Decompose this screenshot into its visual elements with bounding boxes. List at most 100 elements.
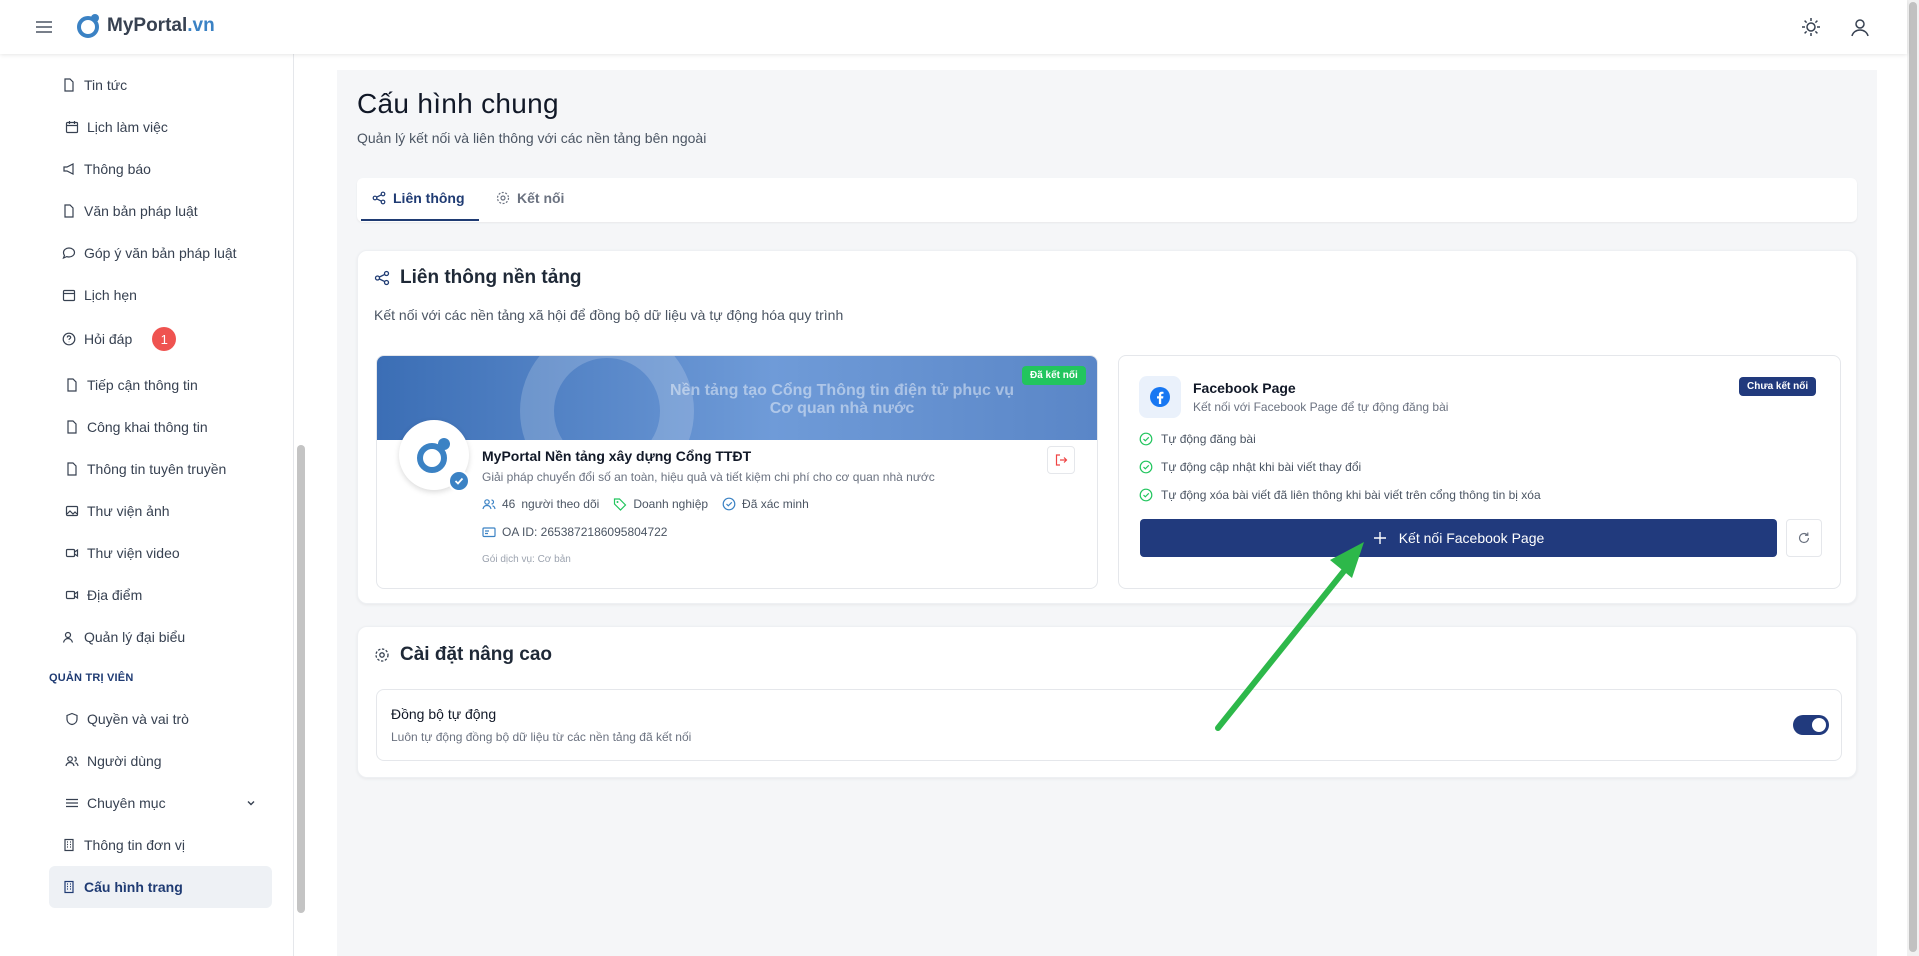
sidebar-item-thong-bao[interactable]: Thông báo [62, 159, 151, 179]
sidebar-item-quyen-va-vai-tro[interactable]: Quyền và vai trò [65, 709, 189, 729]
facebook-description: Kết nối với Facebook Page để tự động đăn… [1193, 400, 1449, 414]
check-circle-icon [1139, 488, 1153, 502]
user-icon [62, 631, 74, 643]
sidebar-item-gop-y-van-ban[interactable]: Góp ý văn bản pháp luật [62, 243, 237, 263]
not-connected-status-badge: Chưa kết nối [1739, 377, 1817, 396]
integration-card: Liên thông nền tảng Kết nối với các nền … [357, 250, 1857, 604]
file-icon [67, 462, 77, 476]
sidebar-item-lich-hen[interactable]: Lịch hẹn [62, 285, 137, 305]
refresh-icon [1798, 532, 1810, 544]
sidebar-item-quan-ly-dai-bieu[interactable]: Quản lý đại biểu [62, 627, 185, 647]
verified-badge-icon [722, 497, 736, 511]
file-icon [64, 204, 74, 218]
auto-sync-description: Luôn tự động đồng bộ dữ liệu từ các nền … [391, 730, 692, 744]
video-icon [65, 548, 79, 558]
share-icon [372, 191, 386, 205]
theme-toggle-sun-icon[interactable] [1800, 16, 1822, 38]
list-icon [66, 798, 78, 808]
facebook-page-panel: Facebook Page Kết nối với Facebook Page … [1118, 355, 1841, 589]
plus-icon [1373, 532, 1386, 544]
tag-icon [614, 498, 627, 511]
check-circle-icon [1139, 432, 1153, 446]
myportal-logo-icon [417, 438, 450, 473]
logo-icon [77, 14, 99, 38]
sidebar-item-van-ban-phap-luat[interactable]: Văn bản pháp luật [62, 201, 198, 221]
video-icon [65, 590, 79, 600]
page-scrollbar[interactable] [1909, 2, 1917, 952]
sidebar-item-dia-diem[interactable]: Địa điểm [65, 585, 142, 605]
oa-meta-row: 46 người theo dõi Doanh nghiệp Đã xác mi… [482, 497, 809, 511]
sidebar-item-thu-vien-video[interactable]: Thư viện video [65, 543, 180, 563]
advanced-settings-title: Cài đặt nâng cao [374, 644, 552, 666]
connected-status-badge: Đã kết nối [1022, 366, 1086, 385]
help-icon [62, 332, 76, 346]
followers-count: 46 [502, 497, 516, 511]
sidebar-item-hoi-dap[interactable]: Hỏi đáp 1 [62, 327, 177, 351]
followers-label: người theo dõi [521, 497, 600, 511]
sidebar-item-thong-tin-don-vi[interactable]: Thông tin đơn vị [62, 835, 185, 855]
feature-item: Tự động cập nhật khi bài viết thay đổi [1139, 460, 1361, 474]
refresh-button[interactable] [1786, 519, 1822, 557]
oa-plan: Gói dịch vụ: Cơ bản [482, 554, 571, 565]
hamburger-menu-icon[interactable] [34, 17, 54, 37]
integration-title: Liên thông nền tảng [374, 267, 582, 289]
oa-description: Giải pháp chuyển đổi số an toàn, hiệu qu… [482, 470, 935, 484]
integration-description: Kết nối với các nền tảng xã hội để đồng … [374, 307, 844, 323]
sidebar-item-cong-khai-thong-tin[interactable]: Công khai thông tin [65, 417, 208, 437]
logo[interactable]: MyPortal.vn [77, 13, 215, 39]
tab-lien-thong[interactable]: Liên thông [372, 190, 465, 206]
chat-icon [62, 247, 76, 260]
disconnect-button[interactable] [1047, 446, 1075, 474]
logout-icon [1055, 454, 1068, 466]
connect-facebook-page-button[interactable]: Kết nối Facebook Page [1140, 519, 1777, 557]
sidebar-item-thu-vien-anh[interactable]: Thư viện ảnh [65, 501, 170, 521]
banner-slogan: Nền tảng tạo Cổng Thông tin điện tử phục… [670, 382, 1014, 417]
file-icon [67, 420, 77, 434]
sidebar-item-nguoi-dung[interactable]: Người dùng [65, 751, 162, 771]
user-account-icon[interactable] [1849, 16, 1871, 38]
tab-ket-noi[interactable]: Kết nối [496, 190, 564, 206]
notification-badge: 1 [152, 327, 177, 351]
users-icon [482, 499, 496, 510]
top-header: MyPortal.vn [0, 0, 1907, 54]
oa-id-row: OA ID: 2653872186095804722 [482, 525, 667, 539]
active-tab-indicator [361, 219, 479, 221]
sidebar-item-cau-hinh-trang[interactable]: Cấu hình trang [62, 877, 183, 897]
gear-icon [375, 648, 389, 662]
gear-icon [496, 191, 510, 205]
logo-text: MyPortal.vn [107, 15, 215, 36]
sidebar-item-lich-lam-viec[interactable]: Lịch làm việc [65, 117, 168, 137]
chevron-down-icon [247, 801, 255, 806]
page-title: Cấu hình chung [357, 88, 559, 119]
building-icon [64, 880, 74, 894]
sidebar-item-thong-tin-tuyen-truyen[interactable]: Thông tin tuyên truyền [65, 459, 226, 479]
zalo-oa-panel: Nền tảng tạo Cổng Thông tin điện tử phục… [376, 355, 1098, 589]
shield-icon [66, 712, 78, 726]
file-icon [64, 78, 74, 92]
sidebar-section-admin: QUẢN TRỊ VIÊN [49, 672, 134, 684]
megaphone-icon [63, 163, 74, 175]
auto-sync-toggle[interactable] [1793, 715, 1829, 735]
tab-bar: Liên thông Kết nối [357, 178, 1857, 222]
sidebar-item-tiep-can-thong-tin[interactable]: Tiếp cận thông tin [65, 375, 198, 395]
check-circle-icon [1139, 460, 1153, 474]
facebook-icon [1150, 387, 1170, 407]
image-icon [65, 505, 79, 517]
feature-item: Tự động đăng bài [1139, 432, 1256, 446]
facebook-icon-box [1139, 376, 1181, 418]
sidebar-scrollbar[interactable] [297, 445, 305, 913]
oa-category: Doanh nghiệp [633, 497, 709, 511]
sidebar-item-chuyen-muc[interactable]: Chuyên mục [65, 793, 257, 813]
calendar-icon [65, 121, 79, 134]
auto-sync-label: Đồng bộ tự động [391, 706, 497, 722]
oa-name: MyPortal Nền tảng xây dựng Cổng TTĐT [482, 448, 752, 464]
verified-check-icon [448, 470, 470, 492]
feature-item: Tự động xóa bài viết đã liên thông khi b… [1139, 488, 1541, 502]
auto-sync-row: Đồng bộ tự động Luôn tự động đồng bộ dữ … [376, 689, 1842, 761]
sidebar-item-tin-tuc[interactable]: Tin tức [62, 75, 127, 95]
users-icon [65, 756, 79, 767]
building-icon [64, 838, 74, 852]
page-subtitle: Quản lý kết nối và liên thông với các nề… [357, 130, 707, 146]
facebook-title: Facebook Page [1193, 380, 1296, 396]
id-card-icon [482, 527, 496, 538]
